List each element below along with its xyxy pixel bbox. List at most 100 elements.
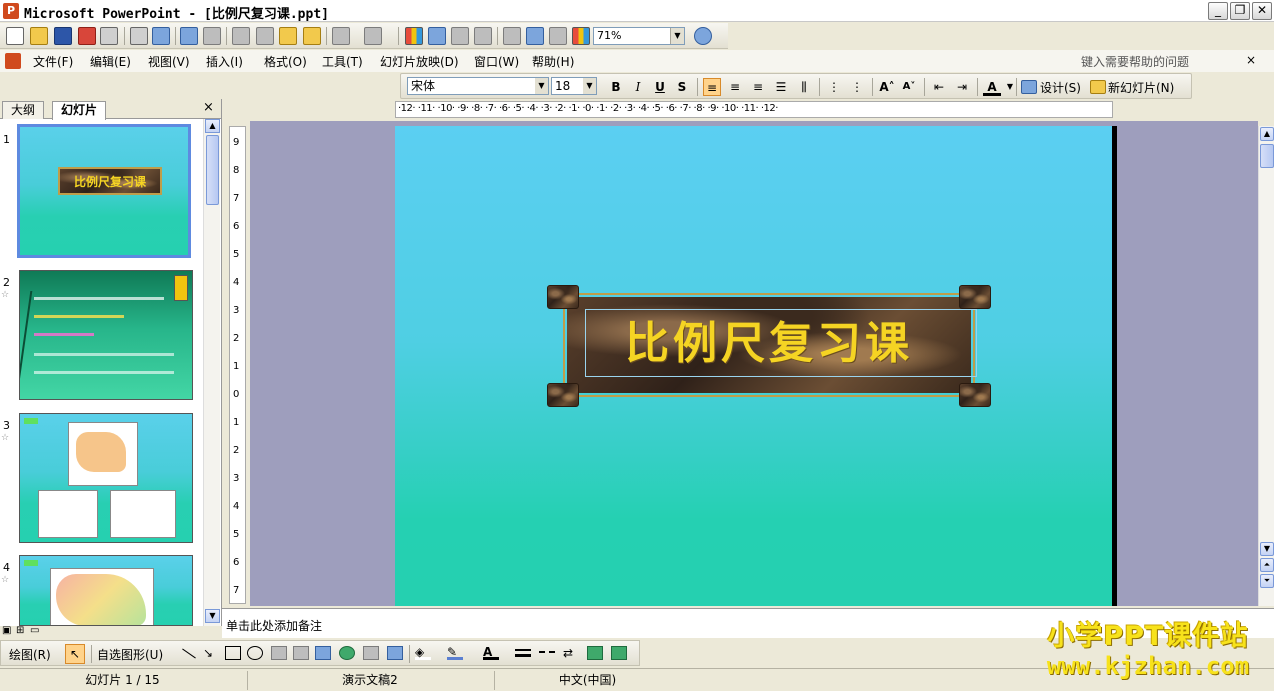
- arrow-style-icon[interactable]: ⇄: [563, 646, 579, 660]
- print-icon[interactable]: [130, 27, 148, 45]
- increase-font-icon[interactable]: A˄: [878, 78, 896, 96]
- menu-insert[interactable]: 插入(I): [206, 53, 243, 70]
- underline-button[interactable]: U: [651, 78, 669, 96]
- wordart-icon[interactable]: [315, 646, 331, 660]
- permission-icon[interactable]: [78, 27, 96, 45]
- grid-icon[interactable]: [549, 27, 567, 45]
- scroll-down-icon[interactable]: ▼: [205, 609, 220, 623]
- font-color-icon[interactable]: A: [483, 646, 499, 660]
- cut-icon[interactable]: [232, 27, 250, 45]
- slide-thumbnail-1[interactable]: 比例尺复习课: [17, 124, 191, 258]
- design-button[interactable]: 设计(S): [1040, 79, 1081, 96]
- menu-tools[interactable]: 工具(T): [322, 53, 363, 70]
- minimize-button[interactable]: _: [1208, 2, 1228, 20]
- spelling-icon[interactable]: [180, 27, 198, 45]
- expand-all-icon[interactable]: [503, 27, 521, 45]
- chart-icon[interactable]: [405, 27, 423, 45]
- slide-thumbnail-2[interactable]: [19, 270, 193, 400]
- arrow-icon[interactable]: ↘: [203, 646, 219, 660]
- color-grayscale-icon[interactable]: [572, 27, 590, 45]
- vertical-textbox-icon[interactable]: [293, 646, 309, 660]
- bold-button[interactable]: B: [607, 78, 625, 96]
- previous-slide-icon[interactable]: ⏶: [1260, 558, 1274, 572]
- scroll-up-icon[interactable]: ▲: [1260, 127, 1274, 141]
- chevron-down-icon[interactable]: ▼: [535, 78, 548, 94]
- scroll-up-icon[interactable]: ▲: [205, 119, 220, 133]
- slide-thumbnail-4[interactable]: [19, 555, 193, 626]
- picture-icon[interactable]: [387, 646, 403, 660]
- menu-slideshow[interactable]: 幻灯片放映(D): [380, 53, 459, 70]
- draw-menu-button[interactable]: 绘图(R): [9, 646, 51, 663]
- distributed-button[interactable]: ☰: [772, 78, 790, 96]
- menu-format[interactable]: 格式(O): [264, 53, 307, 70]
- thumbnail-scrollbar[interactable]: ▲ ▼: [203, 119, 220, 626]
- powerpoint-icon[interactable]: P: [3, 3, 19, 19]
- line-icon[interactable]: [182, 648, 196, 659]
- select-pointer-icon[interactable]: ↖: [65, 644, 85, 664]
- align-left-button[interactable]: ≡: [703, 78, 721, 96]
- tab-slides[interactable]: 幻灯片: [52, 101, 107, 120]
- slideshow-view-icon[interactable]: ▭: [30, 625, 39, 636]
- scroll-thumb[interactable]: [1260, 144, 1274, 168]
- slide-thumbnail-3[interactable]: [19, 413, 193, 543]
- menu-edit[interactable]: 编辑(E): [90, 53, 131, 70]
- align-center-button[interactable]: ≡: [726, 78, 744, 96]
- paste-icon[interactable]: [279, 27, 297, 45]
- line-style-icon[interactable]: [515, 649, 531, 657]
- clipart-icon[interactable]: [363, 646, 379, 660]
- rectangle-icon[interactable]: [225, 646, 241, 660]
- hyperlink-icon[interactable]: [474, 27, 492, 45]
- copy-icon[interactable]: [256, 27, 274, 45]
- close-document-button[interactable]: ×: [1246, 53, 1256, 67]
- save-icon[interactable]: [54, 27, 72, 45]
- close-icon[interactable]: ×: [203, 100, 214, 115]
- title-banner[interactable]: 比例尺复习课: [547, 285, 991, 407]
- email-icon[interactable]: [100, 27, 118, 45]
- menu-file[interactable]: 文件(F): [33, 53, 73, 70]
- open-icon[interactable]: [30, 27, 48, 45]
- scroll-thumb[interactable]: [206, 135, 219, 205]
- document-icon[interactable]: [5, 53, 21, 69]
- menu-window[interactable]: 窗口(W): [474, 53, 519, 70]
- slide-title[interactable]: 比例尺复习课: [547, 309, 991, 379]
- autoshapes-button[interactable]: 自选图形(U): [97, 646, 163, 663]
- chevron-down-icon[interactable]: ▼: [583, 78, 596, 94]
- help-icon[interactable]: [694, 27, 712, 45]
- table-icon[interactable]: [428, 27, 446, 45]
- menu-help[interactable]: 帮助(H): [532, 53, 574, 70]
- undo-icon[interactable]: [332, 27, 350, 45]
- scroll-down-icon[interactable]: ▼: [1260, 542, 1274, 556]
- slide-sorter-icon[interactable]: ⊞: [16, 625, 24, 636]
- chevron-down-icon[interactable]: ▼: [670, 28, 684, 44]
- 3d-style-icon[interactable]: [611, 646, 627, 660]
- shadow-style-icon[interactable]: [587, 646, 603, 660]
- show-formatting-icon[interactable]: [526, 27, 544, 45]
- size-select[interactable]: 18 ▼: [551, 77, 597, 95]
- tab-outline[interactable]: 大纲: [2, 101, 45, 119]
- slide-scrollbar[interactable]: ▲ ▼ ⏶ ⏷: [1258, 126, 1274, 606]
- textbox-icon[interactable]: [271, 646, 287, 660]
- next-slide-icon[interactable]: ⏷: [1260, 574, 1274, 588]
- font-select[interactable]: 宋体 ▼: [407, 77, 549, 95]
- fill-color-icon[interactable]: ◈: [415, 646, 431, 660]
- dash-style-icon[interactable]: [539, 651, 555, 657]
- zoom-select[interactable]: 71% ▼: [593, 27, 685, 45]
- redo-icon[interactable]: [364, 27, 382, 45]
- align-right-button[interactable]: ≡: [749, 78, 767, 96]
- diagram-icon[interactable]: [339, 646, 355, 660]
- tables-borders-icon[interactable]: [451, 27, 469, 45]
- new-icon[interactable]: [6, 27, 24, 45]
- decrease-font-icon[interactable]: A˅: [900, 78, 918, 96]
- oval-icon[interactable]: [247, 646, 263, 660]
- font-color-button[interactable]: A: [983, 78, 1001, 96]
- restore-button[interactable]: ❐: [1230, 2, 1250, 20]
- research-icon[interactable]: [203, 27, 221, 45]
- decrease-indent-icon[interactable]: ⇤: [930, 78, 948, 96]
- normal-view-icon[interactable]: ▣: [2, 625, 11, 636]
- text-direction-button[interactable]: ⫼: [795, 78, 813, 96]
- help-search-input[interactable]: 键入需要帮助的问题: [1081, 53, 1189, 70]
- print-preview-icon[interactable]: [152, 27, 170, 45]
- bullets-icon[interactable]: ⋮: [848, 78, 866, 96]
- slide-canvas[interactable]: 比例尺复习课: [395, 126, 1117, 606]
- italic-button[interactable]: I: [629, 78, 647, 96]
